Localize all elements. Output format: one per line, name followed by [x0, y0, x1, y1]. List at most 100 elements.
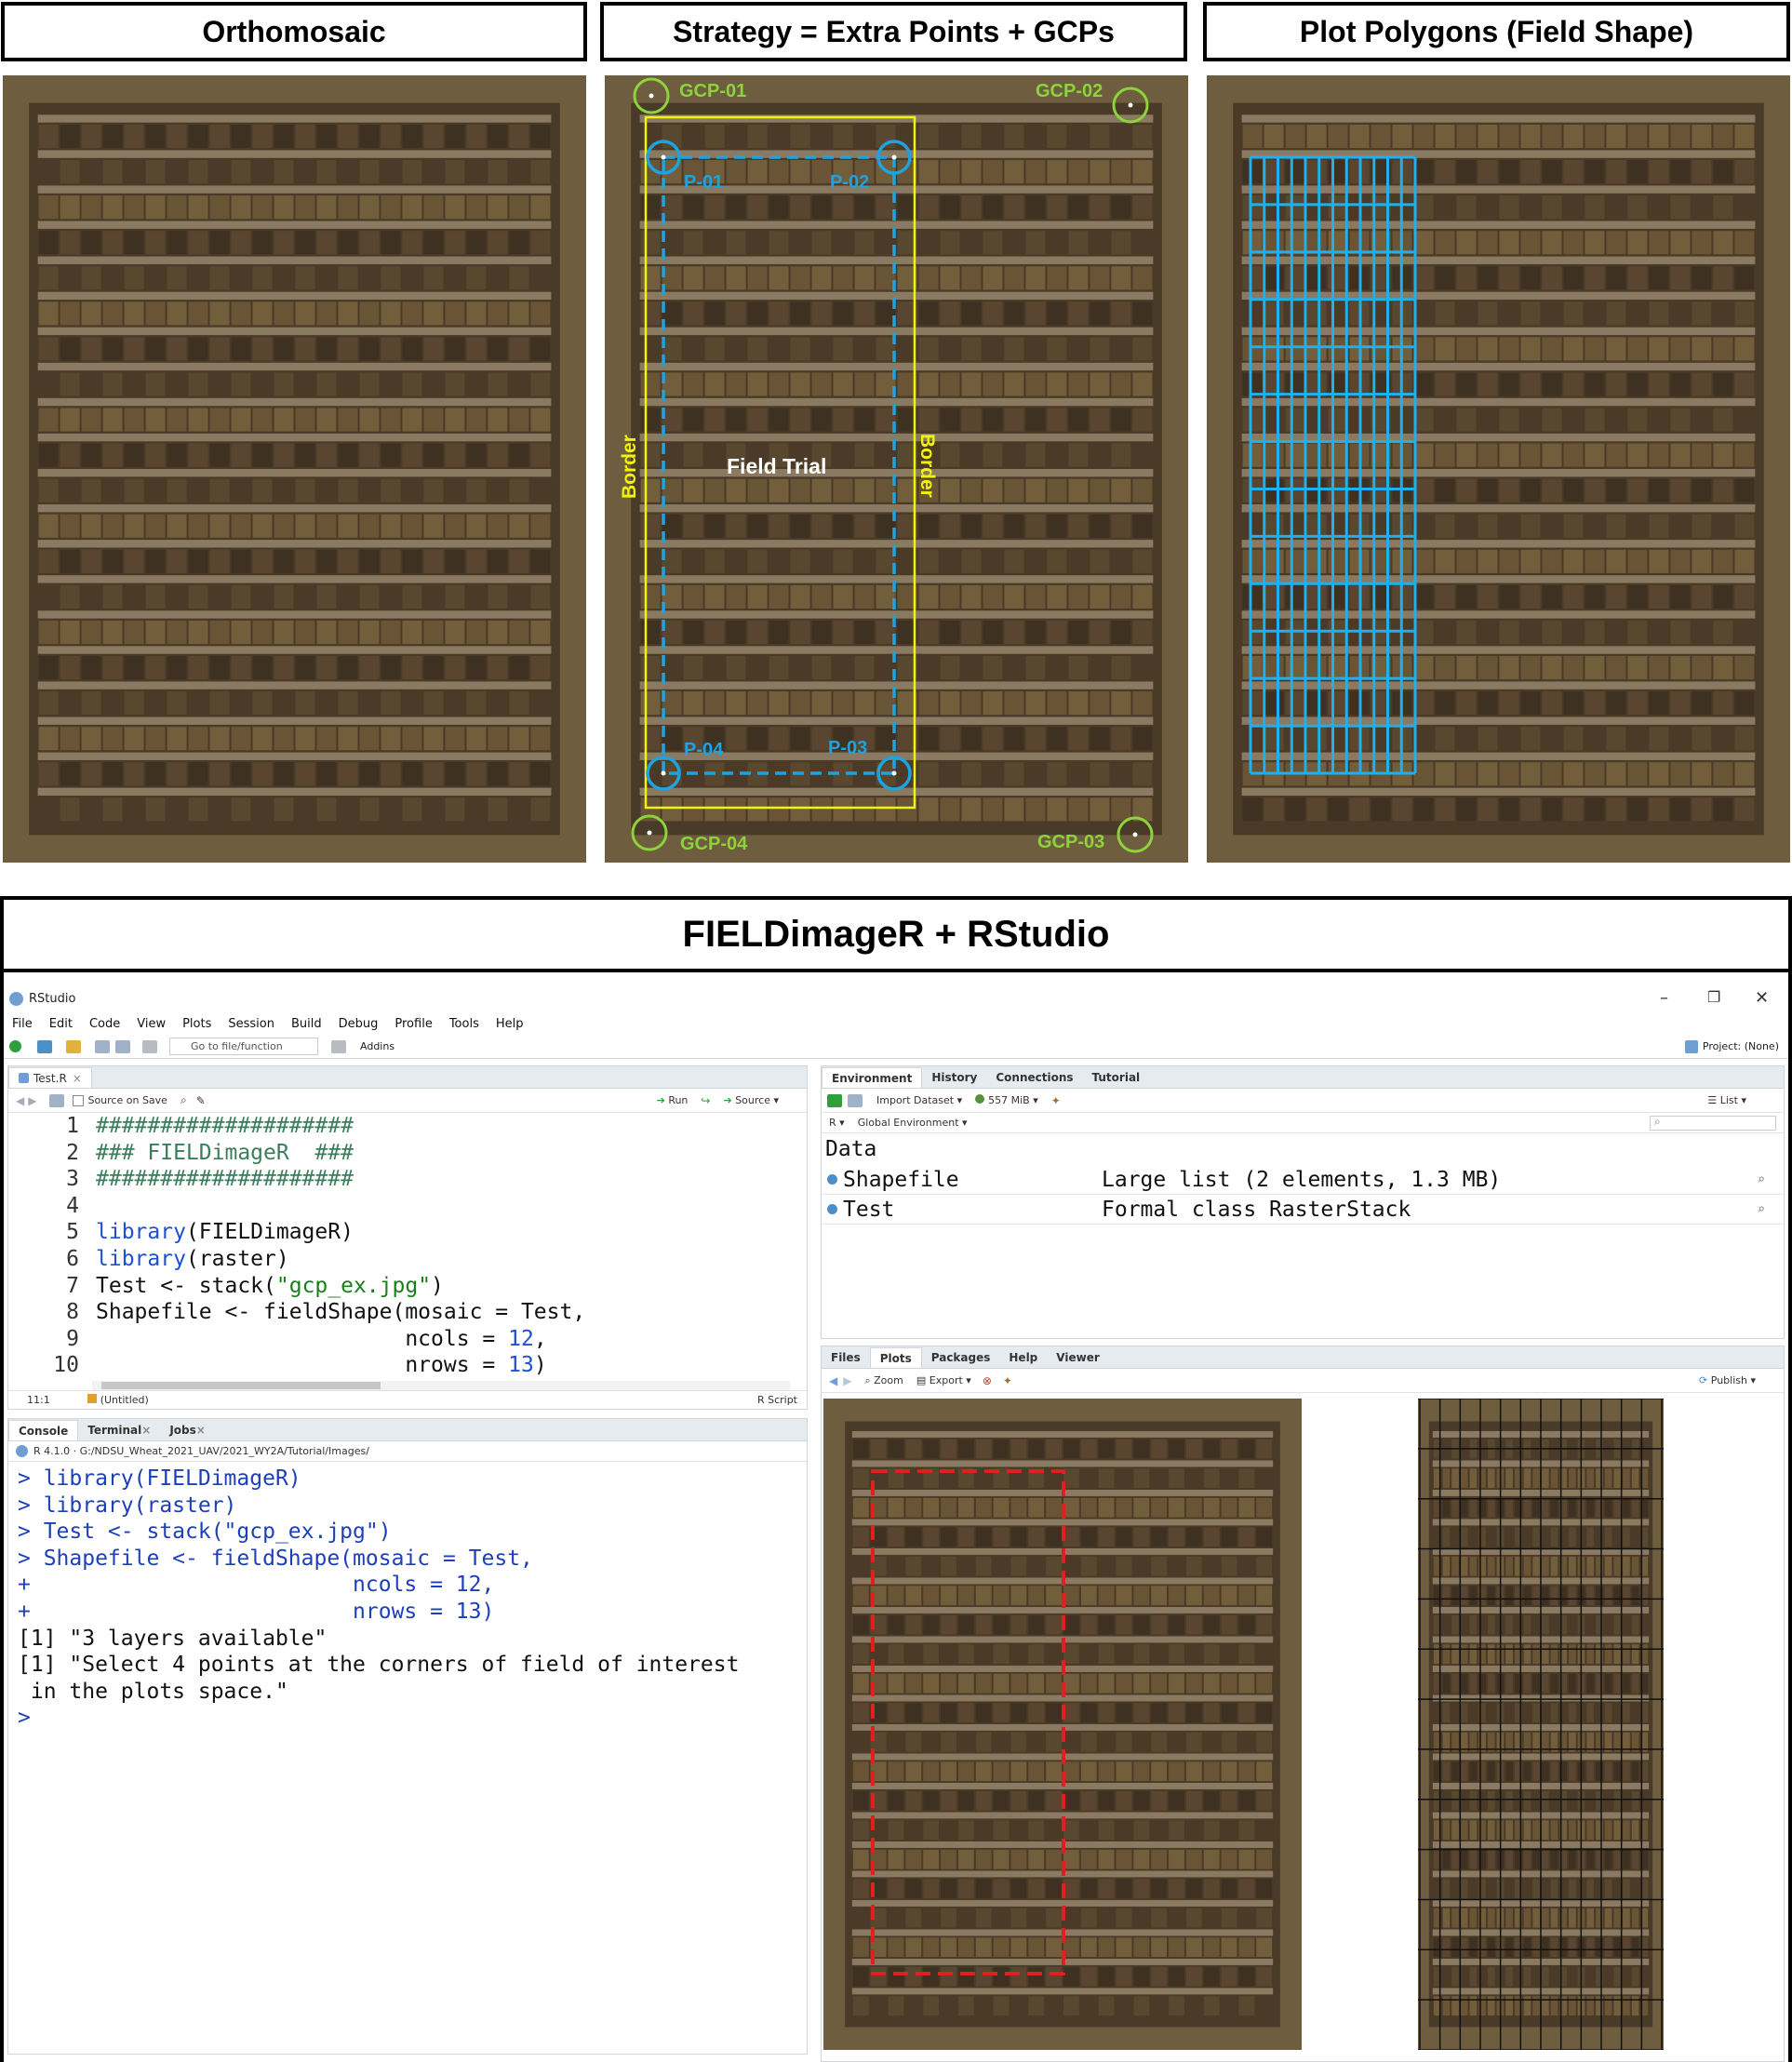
- broom-icon[interactable]: ✦: [1051, 1094, 1061, 1107]
- close-tab-icon[interactable]: ×: [73, 1072, 82, 1085]
- code-line[interactable]: ####################: [96, 1166, 794, 1193]
- tab-files[interactable]: Files: [822, 1347, 870, 1368]
- editor-code[interactable]: #################### ### FIELDimageR ### #…: [96, 1113, 794, 1381]
- tab-help[interactable]: Help: [999, 1347, 1047, 1368]
- load-workspace-icon[interactable]: [827, 1093, 842, 1107]
- tab-plots[interactable]: Plots: [869, 1347, 922, 1368]
- menu-item-tools[interactable]: Tools: [441, 1017, 488, 1031]
- env-search-input[interactable]: ⌕: [1650, 1114, 1776, 1131]
- file-type[interactable]: R Script: [757, 1394, 797, 1406]
- code-line[interactable]: library(FIELDimageR): [96, 1219, 794, 1246]
- import-dataset-button[interactable]: Import Dataset ▾: [876, 1094, 962, 1106]
- close-tab-icon[interactable]: ×: [196, 1424, 206, 1437]
- run-button[interactable]: ➔ Run: [657, 1094, 689, 1106]
- close-icon[interactable]: ✕: [1755, 988, 1769, 1008]
- menu-item-view[interactable]: View: [128, 1017, 174, 1031]
- menu-item-edit[interactable]: Edit: [41, 1017, 81, 1031]
- tab-console[interactable]: Console: [8, 1420, 79, 1440]
- zoom-icon: ⌕: [864, 1373, 871, 1386]
- menu-item-plots[interactable]: Plots: [174, 1017, 220, 1031]
- addins-menu[interactable]: Addins: [360, 1040, 395, 1052]
- search-icon[interactable]: ⌕: [181, 1093, 187, 1107]
- line-number: 5: [66, 1220, 79, 1245]
- source-button[interactable]: ➔ Source ▾: [723, 1094, 779, 1106]
- tab-packages[interactable]: Packages: [922, 1347, 1000, 1368]
- line-number: 11: [8, 1379, 92, 1381]
- menu-item-help[interactable]: Help: [488, 1017, 532, 1031]
- tab-terminal[interactable]: Terminal ×: [78, 1420, 160, 1440]
- scope-indicator[interactable]: (Untitled): [87, 1394, 149, 1406]
- open-file-icon[interactable]: [66, 1039, 81, 1053]
- save-icon[interactable]: [95, 1039, 110, 1053]
- close-tab-icon[interactable]: ×: [141, 1424, 151, 1437]
- env-var-value: Large list (2 elements, 1.3 MB): [1102, 1167, 1502, 1192]
- list-view-button[interactable]: ☰ List ▾: [1707, 1094, 1746, 1106]
- workspace-panes-icon[interactable]: [331, 1039, 346, 1053]
- window-titlebar: RStudio – ❐ ✕: [4, 984, 1788, 1012]
- forward-arrow-icon[interactable]: ▶: [28, 1094, 36, 1107]
- console-line: > Shapefile <- fieldShape(mosaic = Test,: [18, 1546, 533, 1571]
- code-line[interactable]: Test <- stack("gcp_ex.jpg"): [96, 1273, 794, 1300]
- code-line[interactable]: ### FIELDimageR ###: [96, 1140, 794, 1167]
- project-menu[interactable]: Project: (None): [1684, 1039, 1779, 1053]
- zoom-button[interactable]: ⌕ Zoom: [864, 1374, 903, 1387]
- line-number: 10: [53, 1353, 79, 1378]
- fieldimager-title: FIELDimageR + RStudio: [0, 896, 1792, 972]
- minimize-icon[interactable]: –: [1660, 988, 1668, 1008]
- source-on-save-label: Source on Save: [87, 1094, 167, 1106]
- tab-tutorial[interactable]: Tutorial: [1083, 1067, 1150, 1088]
- new-project-icon[interactable]: [37, 1039, 52, 1053]
- back-arrow-icon[interactable]: ◀: [16, 1094, 24, 1107]
- search-icon: ⌕: [1654, 1114, 1661, 1128]
- print-icon[interactable]: [142, 1039, 157, 1053]
- save-workspace-icon[interactable]: [848, 1093, 863, 1107]
- code-line[interactable]: Shapefile <- fieldShape(mosaic = Test,: [96, 1299, 794, 1326]
- publish-button[interactable]: ⟳ Publish ▾: [1699, 1374, 1756, 1386]
- tab-viewer[interactable]: Viewer: [1047, 1347, 1108, 1368]
- code-tools-icon[interactable]: ✎: [196, 1094, 206, 1107]
- tab-history[interactable]: History: [922, 1067, 986, 1088]
- new-file-icon[interactable]: [9, 1040, 21, 1052]
- editor-scrollbar[interactable]: [92, 1381, 790, 1390]
- menu-item-session[interactable]: Session: [220, 1017, 283, 1031]
- menu-item-profile[interactable]: Profile: [386, 1017, 440, 1031]
- plot-field-image: [823, 1399, 1302, 2050]
- goto-file-input[interactable]: Go to file/function: [169, 1038, 318, 1055]
- menu-item-code[interactable]: Code: [81, 1017, 128, 1031]
- console-line: > library(FIELDimageR): [18, 1466, 301, 1491]
- env-row-test[interactable]: Test Formal class RasterStack ⌕: [822, 1195, 1784, 1225]
- tab-test-r[interactable]: Test.R ×: [8, 1067, 92, 1088]
- code-line[interactable]: ncols = 12,: [96, 1326, 794, 1353]
- env-scope-bar: R ▾ Global Environment ▾ ⌕: [822, 1113, 1784, 1133]
- source-on-save-checkbox[interactable]: [73, 1094, 85, 1106]
- expand-icon[interactable]: [827, 1204, 837, 1214]
- language-select[interactable]: R ▾: [829, 1117, 845, 1129]
- env-row-shapefile[interactable]: Shapefile Large list (2 elements, 1.3 MB)…: [822, 1165, 1784, 1195]
- view-icon[interactable]: ⌕: [1758, 1202, 1765, 1217]
- view-icon[interactable]: ⌕: [1758, 1172, 1765, 1187]
- tab-jobs[interactable]: Jobs ×: [160, 1420, 215, 1440]
- code-line[interactable]: ####################: [96, 1113, 794, 1140]
- next-plot-icon[interactable]: ▶: [843, 1374, 851, 1387]
- rerun-icon[interactable]: ↪: [701, 1094, 710, 1107]
- memory-usage[interactable]: 557 MiB ▾: [975, 1094, 1038, 1106]
- code-line[interactable]: nrows = 13): [96, 1352, 794, 1379]
- save-file-icon[interactable]: [49, 1093, 65, 1107]
- restore-icon[interactable]: ❐: [1707, 988, 1720, 1006]
- code-line[interactable]: library(raster): [96, 1246, 794, 1273]
- save-all-icon[interactable]: [115, 1039, 130, 1053]
- tab-connections[interactable]: Connections: [986, 1067, 1082, 1088]
- export-button[interactable]: ▤ Export ▾: [916, 1374, 971, 1386]
- tab-environment[interactable]: Environment: [822, 1067, 923, 1088]
- project-icon: [1684, 1039, 1698, 1053]
- prev-plot-icon[interactable]: ◀: [829, 1374, 837, 1387]
- expand-icon[interactable]: [827, 1174, 837, 1185]
- menu-item-build[interactable]: Build: [283, 1017, 330, 1031]
- menu-item-file[interactable]: File: [4, 1017, 41, 1031]
- console-output[interactable]: > library(FIELDimageR) > library(raster) >…: [18, 1466, 799, 2042]
- menu-item-debug[interactable]: Debug: [330, 1017, 387, 1031]
- global-env-select[interactable]: Global Environment ▾: [858, 1117, 968, 1129]
- code-line[interactable]: [96, 1193, 794, 1220]
- clear-plots-icon[interactable]: ✦: [1003, 1374, 1012, 1387]
- remove-plot-icon[interactable]: ⊗: [983, 1374, 992, 1387]
